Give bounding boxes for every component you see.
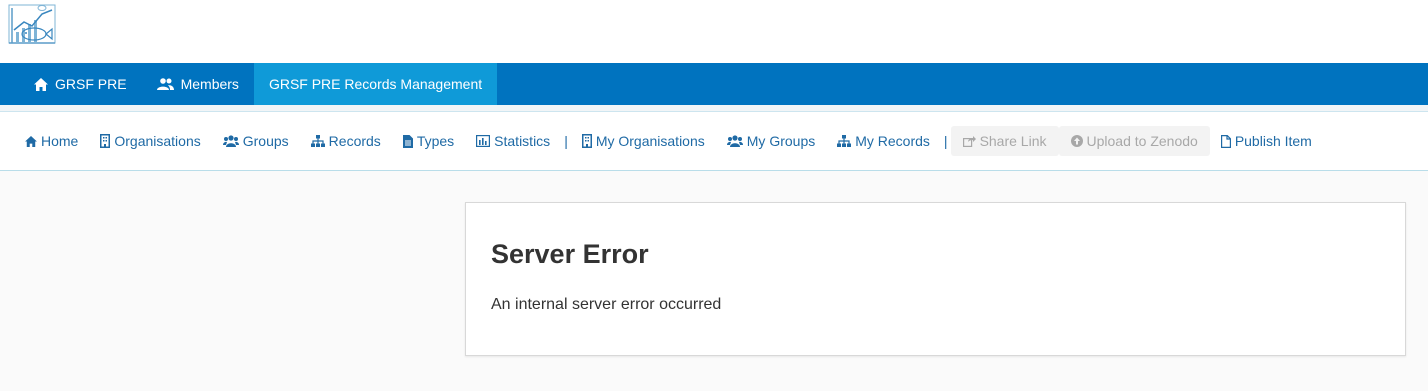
share-icon: [962, 135, 976, 147]
error-panel: Server Error An internal server error oc…: [465, 202, 1406, 356]
subnav-publish-item[interactable]: Publish Item: [1210, 126, 1323, 156]
tab-label: Members: [180, 76, 239, 92]
subnav-label: My Organisations: [595, 133, 705, 149]
file-icon: [402, 134, 413, 148]
nav-divider: [0, 105, 1428, 112]
bar-chart-icon: [476, 135, 491, 147]
tab-records-management[interactable]: GRSF PRE Records Management: [253, 63, 498, 105]
top-navigation: GRSF PRE Members GRSF PRE Records Manage…: [0, 63, 1428, 105]
subnav-label: Statistics: [494, 133, 551, 149]
subnav-my-organisations[interactable]: My Organisations: [571, 126, 716, 156]
main-content: Server Error An internal server error oc…: [0, 171, 1428, 391]
subnav-label: Types: [416, 133, 455, 149]
building-icon: [100, 134, 111, 148]
nav-separator: |: [564, 133, 568, 149]
subnav-label: Publish Item: [1234, 133, 1312, 149]
subnav-groups[interactable]: Groups: [212, 126, 300, 156]
users-icon: [156, 78, 174, 90]
upload-icon: [1070, 135, 1083, 147]
subnav-my-groups[interactable]: My Groups: [716, 126, 826, 156]
subnav-organisations[interactable]: Organisations: [89, 126, 211, 156]
subnav-label: Share Link: [979, 133, 1047, 149]
catalogue-navigation: Home Organisations Groups Records Types …: [0, 112, 1428, 171]
home-icon: [34, 77, 48, 91]
users-icon: [726, 135, 743, 147]
subnav-label: Organisations: [114, 133, 201, 149]
error-title: Server Error: [491, 239, 649, 269]
tab-members[interactable]: Members: [142, 63, 254, 105]
subnav-label: My Records: [855, 133, 930, 149]
subnav-label: Records: [328, 133, 381, 149]
grsf-logo[interactable]: [6, 2, 58, 48]
subnav-label: My Groups: [746, 133, 816, 149]
nav-separator: |: [943, 133, 948, 149]
subnav-my-records[interactable]: My Records: [826, 126, 941, 156]
subnav-types[interactable]: Types: [392, 126, 465, 156]
sitemap-icon: [837, 135, 852, 147]
upload-to-zenodo-button[interactable]: Upload to Zenodo: [1058, 126, 1210, 156]
home-icon: [25, 135, 37, 147]
subnav-label: Groups: [242, 133, 289, 149]
building-icon: [581, 134, 592, 148]
tab-label: GRSF PRE Records Management: [268, 76, 483, 92]
error-message: An internal server error occurred: [491, 296, 722, 313]
subnav-label: Home: [41, 133, 79, 149]
subnav-statistics[interactable]: Statistics: [465, 126, 561, 156]
share-link-button[interactable]: Share Link: [950, 126, 1059, 156]
tab-label: GRSF PRE: [55, 76, 127, 92]
header: [0, 0, 1428, 63]
sitemap-icon: [310, 135, 325, 147]
subnav-home[interactable]: Home: [14, 126, 89, 156]
subnav-label: Upload to Zenodo: [1086, 133, 1198, 149]
file-outline-icon: [1220, 134, 1231, 148]
users-icon: [222, 135, 239, 147]
tab-grsf-pre[interactable]: GRSF PRE: [0, 63, 142, 105]
subnav-records[interactable]: Records: [300, 126, 392, 156]
